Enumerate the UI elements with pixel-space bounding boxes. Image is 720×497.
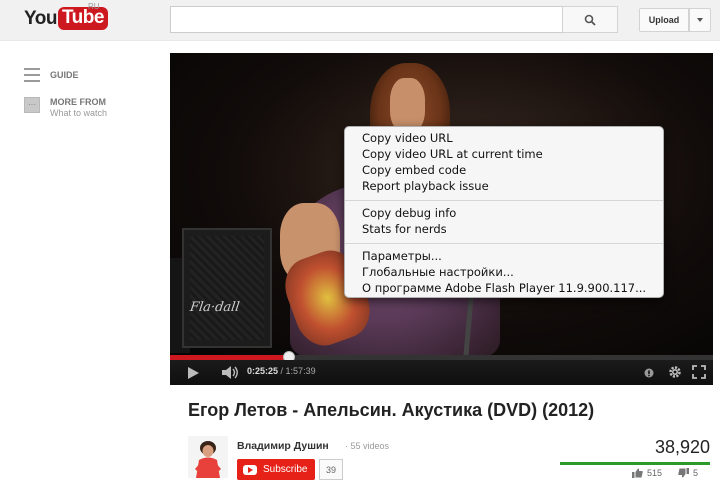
thumbs-up-icon — [632, 468, 643, 478]
logo-you: You — [24, 7, 57, 29]
play-icon[interactable] — [188, 367, 199, 379]
channel-name[interactable]: Владимир Душин — [237, 440, 329, 452]
dislike-button[interactable]: 5 — [678, 468, 698, 478]
menu-item-settings[interactable]: Параметры... — [345, 248, 663, 264]
fullscreen-icon[interactable] — [692, 365, 706, 379]
menu-separator — [345, 243, 663, 244]
dislike-count: 5 — [693, 468, 699, 478]
volume-icon[interactable] — [222, 366, 240, 379]
chevron-down-icon — [697, 18, 703, 22]
menu-item-report-issue[interactable]: Report playback issue — [345, 178, 663, 194]
thumbs-down-icon — [678, 468, 689, 478]
subscriber-count: 39 — [319, 459, 343, 480]
youtube-play-icon — [243, 464, 257, 475]
amp-brand-text: Fla·dall — [188, 300, 241, 315]
region-label: RU — [88, 2, 100, 11]
like-button[interactable]: 515 — [632, 468, 662, 478]
guide-label: GUIDE — [50, 70, 79, 80]
logo-tube: Tube — [57, 7, 108, 30]
player-controls: 0:25:25 / 1:57:39 — [170, 360, 713, 385]
menu-item-copy-debug[interactable]: Copy debug info — [345, 205, 663, 221]
subscribe-label: Subscribe — [263, 464, 308, 475]
search-button[interactable] — [562, 6, 618, 33]
video-title: Егор Летов - Апельсин. Акустика (DVD) (2… — [188, 400, 595, 420]
menu-item-copy-embed[interactable]: Copy embed code — [345, 162, 663, 178]
more-from-subtitle: What to watch — [50, 108, 108, 118]
like-ratio-bar — [560, 462, 710, 465]
avatar[interactable] — [188, 436, 228, 478]
upload-menu-button[interactable] — [689, 8, 711, 32]
search-icon — [584, 14, 596, 26]
menu-item-global-settings[interactable]: Глобальные настройки... — [345, 264, 663, 280]
subscribe-button[interactable]: Subscribe — [237, 459, 315, 480]
channel-video-count[interactable]: · 55 videos — [345, 441, 389, 451]
gear-icon[interactable] — [668, 365, 682, 379]
time-display: 0:25:25 / 1:57:39 — [247, 366, 316, 376]
menu-icon — [24, 68, 40, 82]
like-count: 515 — [647, 468, 663, 478]
menu-item-about-flash[interactable]: О программе Adobe Flash Player 11.9.900.… — [345, 280, 663, 296]
masthead: You Tube RU Upload — [0, 0, 720, 41]
current-time: 0:25:25 — [247, 366, 279, 376]
view-count: 38,920 — [654, 437, 710, 457]
more-from-link[interactable]: ··· MORE FROM What to watch — [24, 97, 107, 118]
menu-item-copy-video-url[interactable]: Copy video URL — [345, 130, 663, 146]
annotations-icon[interactable] — [644, 368, 654, 378]
more-from-title: MORE FROM — [50, 97, 106, 107]
more-icon: ··· — [24, 97, 40, 113]
duration: 1:57:39 — [285, 366, 316, 376]
guide-button[interactable]: GUIDE — [24, 68, 79, 82]
flash-context-menu: Copy video URL Copy video URL at current… — [344, 126, 664, 298]
menu-item-copy-url-at-time[interactable]: Copy video URL at current time — [345, 146, 663, 162]
menu-separator — [345, 200, 663, 201]
search-input[interactable] — [170, 6, 562, 33]
upload-button[interactable]: Upload — [639, 8, 689, 32]
menu-item-stats-for-nerds[interactable]: Stats for nerds — [345, 221, 663, 237]
